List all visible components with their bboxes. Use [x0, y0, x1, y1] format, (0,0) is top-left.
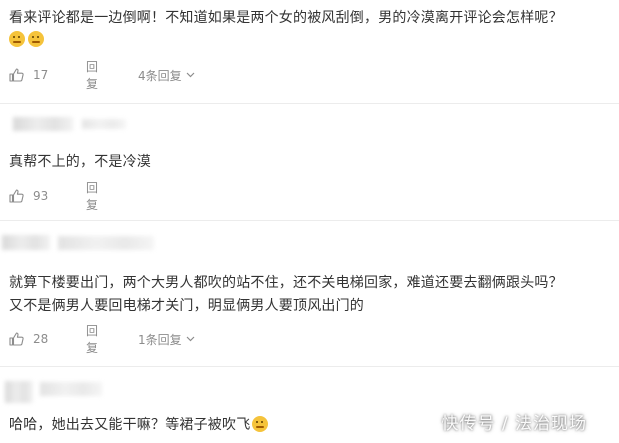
- comment-text-row: 哈哈，她出去又能干嘛？等裙子被吹飞: [9, 414, 271, 434]
- comment-actions: 93 回复: [9, 181, 98, 212]
- comment-text-line: 又不是俩男人要回电梯才关门，明显俩男人要顶风出门的: [9, 298, 364, 314]
- like-button[interactable]: 28: [9, 332, 48, 346]
- blurred-username: [40, 382, 102, 396]
- comment-text: 看来评论都是一边倒啊！不知道如果是两个女的被风刮倒，男的冷漠离开评论会怎样呢？: [9, 10, 563, 26]
- reply-button[interactable]: 回复: [86, 179, 98, 213]
- more-replies-label: 4条回复: [138, 68, 182, 83]
- comment-text-line: 就算下楼要出门，两个大男人都吹的站不住，还不关电梯回家，难道还要去翻俩跟头吗？: [9, 275, 563, 291]
- comment-emojis: [9, 31, 47, 48]
- more-replies-label: 1条回复: [138, 332, 182, 347]
- more-replies-button[interactable]: 1条回复: [138, 331, 195, 348]
- blurred-avatar: [2, 235, 50, 250]
- comment-text: 哈哈，她出去又能干嘛？等裙子被吹飞: [9, 417, 251, 433]
- chevron-down-icon: [186, 72, 195, 78]
- blurred-avatar: [13, 117, 73, 131]
- like-count: 17: [33, 68, 49, 82]
- thumbs-up-icon: [9, 189, 24, 203]
- divider: [0, 103, 619, 104]
- watermark: 快传号 / 法治现场: [441, 414, 587, 434]
- comment-text: 真帮不上的，不是冷漠: [9, 154, 151, 170]
- blurred-username: [58, 236, 154, 250]
- more-replies-button[interactable]: 4条回复: [138, 67, 195, 84]
- thinking-emoji-icon: [28, 31, 44, 47]
- reply-button[interactable]: 回复: [86, 322, 98, 356]
- thumbs-up-icon: [9, 332, 24, 346]
- like-count: 93: [33, 189, 49, 203]
- chevron-down-icon: [186, 336, 195, 342]
- divider: [0, 220, 619, 221]
- comment-actions: 17 回复 4条回复: [9, 60, 195, 91]
- like-button[interactable]: 17: [9, 68, 48, 82]
- thinking-emoji-icon: [9, 31, 25, 47]
- like-button[interactable]: 93: [9, 189, 48, 203]
- reply-button[interactable]: 回复: [86, 58, 98, 92]
- blurred-username: [82, 119, 126, 129]
- comment-actions: 28 回复 1条回复: [9, 324, 195, 355]
- like-count: 28: [33, 332, 49, 346]
- thumbs-up-icon: [9, 68, 24, 82]
- blurred-avatar: [5, 381, 33, 403]
- laughing-emoji-icon: [252, 416, 269, 432]
- divider: [0, 366, 619, 367]
